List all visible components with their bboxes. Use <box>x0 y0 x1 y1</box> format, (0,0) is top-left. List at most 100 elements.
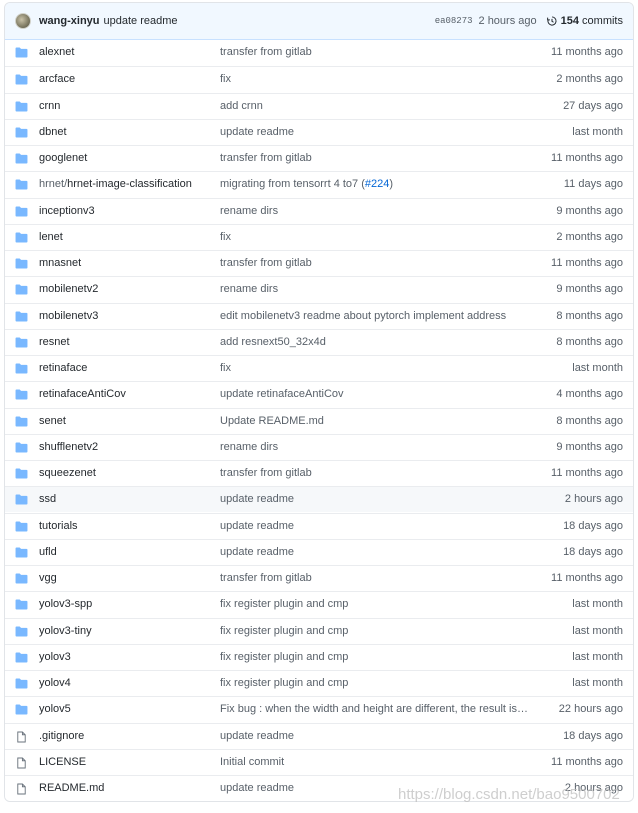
commit-message-link[interactable]: add resnext50_32x4d <box>220 336 530 348</box>
file-name-link[interactable]: ssd <box>39 493 56 505</box>
file-name-link[interactable]: README.md <box>39 782 104 794</box>
file-row[interactable]: .gitignore update readme 18 days ago <box>5 722 633 749</box>
file-name-link[interactable]: googlenet <box>39 152 87 164</box>
file-name-link[interactable]: squeezenet <box>39 467 96 479</box>
file-row[interactable]: retinaface fix last month <box>5 355 633 381</box>
file-name-link[interactable]: yolov5 <box>39 703 71 715</box>
commit-message-link[interactable]: fix register plugin and cmp <box>220 651 530 663</box>
file-name-link[interactable]: lenet <box>39 231 63 243</box>
file-name-link[interactable]: alexnet <box>39 46 74 58</box>
file-row[interactable]: inceptionv3 rename dirs 9 months ago <box>5 197 633 224</box>
commit-message-link[interactable]: rename dirs <box>220 205 530 217</box>
commit-message-link[interactable]: fix register plugin and cmp <box>220 677 530 689</box>
file-row[interactable]: dbnet update readme last month <box>5 118 633 145</box>
commit-age: 11 months ago <box>551 572 623 584</box>
file-name-text: .gitignore <box>39 729 85 742</box>
commit-message-link[interactable]: fix register plugin and cmp <box>220 598 530 610</box>
commit-age: 9 months ago <box>556 440 623 453</box>
file-row[interactable]: squeezenet transfer from gitlab 11 months … <box>5 460 633 486</box>
commit-message-link[interactable]: Fix bug : when the width and height are … <box>220 703 530 715</box>
file-name-link[interactable]: yolov4 <box>39 677 71 689</box>
file-name-link[interactable]: yolov3-tiny <box>39 625 92 637</box>
commit-message-link[interactable]: fix <box>220 231 530 243</box>
file-row[interactable]: yolov3-tiny fix register plugin and cmp la… <box>5 617 633 644</box>
file-row[interactable]: crnn add crnn 27 days ago <box>5 92 633 119</box>
commit-message-link[interactable]: Update README.md <box>220 415 530 427</box>
commit-message-link[interactable]: fix <box>220 362 530 374</box>
commit-message-link[interactable]: edit mobilenetv3 readme about pytorch im… <box>220 310 530 322</box>
file-row[interactable]: ufld update readme 18 days ago <box>5 538 633 565</box>
file-name-link[interactable]: arcface <box>39 73 75 85</box>
commit-message-text: add crnn <box>220 99 263 112</box>
commit-message-link[interactable]: rename dirs <box>220 283 530 295</box>
file-name-link[interactable]: shufflenetv2 <box>39 441 98 453</box>
file-row[interactable]: yolov4 fix register plugin and cmp last mo… <box>5 670 633 696</box>
file-name-link[interactable]: ufld <box>39 546 57 558</box>
file-name-link[interactable]: .gitignore <box>39 730 84 742</box>
commit-message-link[interactable]: update readme <box>220 546 530 558</box>
pull-request-link[interactable]: #224 <box>365 178 389 190</box>
file-row[interactable]: ssd update readme 2 hours ago <box>5 486 633 513</box>
file-name-link[interactable]: yolov3-spp <box>39 598 92 610</box>
file-name-link[interactable]: resnet <box>39 336 70 348</box>
file-row[interactable]: vgg transfer from gitlab 11 months ago <box>5 565 633 591</box>
file-name-link[interactable]: mnasnet <box>39 257 81 269</box>
file-name-link[interactable]: retinafaceAntiCov <box>39 388 126 400</box>
file-name-link[interactable]: vgg <box>39 572 57 584</box>
commits-link[interactable]: 154 commits <box>561 15 623 27</box>
commit-message-link[interactable]: update readme <box>220 126 530 138</box>
commit-message-link[interactable]: Initial commit <box>220 756 530 768</box>
commit-message-link[interactable]: fix <box>220 73 530 85</box>
file-row[interactable]: yolov3 fix register plugin and cmp last mo… <box>5 643 633 670</box>
commit-message-link[interactable]: fix register plugin and cmp <box>220 625 530 637</box>
file-row[interactable]: lenet fix 2 months ago <box>5 223 633 250</box>
folder-icon <box>15 337 28 348</box>
file-row[interactable]: shufflenetv2 rename dirs 9 months ago <box>5 433 633 460</box>
file-row[interactable]: retinafaceAntiCov update retinafaceAntiCo… <box>5 381 633 408</box>
file-name-link[interactable]: mobilenetv3 <box>39 310 98 322</box>
file-name-link[interactable]: retinaface <box>39 362 87 374</box>
commit-message-link[interactable]: update readme <box>220 493 530 505</box>
file-row[interactable]: hrnet/hrnet-image-classification migratin… <box>5 171 633 198</box>
file-row[interactable]: yolov5 Fix bug : when the width and heigh… <box>5 696 633 723</box>
file-row[interactable]: yolov3-spp fix register plugin and cmp las… <box>5 591 633 618</box>
file-row[interactable]: mnasnet transfer from gitlab 11 months ago <box>5 250 633 276</box>
commit-message-text: rename dirs <box>220 440 279 453</box>
file-row[interactable]: tutorials update readme 18 days ago <box>5 512 633 539</box>
commit-message-link[interactable]: migrating from tensorrt 4 to7 (#224) <box>220 178 530 190</box>
file-row[interactable]: mobilenetv3 edit mobilenetv3 readme about… <box>5 302 633 329</box>
commit-message-link[interactable]: update readme <box>220 520 530 532</box>
commit-message-link[interactable]: update readme <box>220 730 530 742</box>
file-name-link[interactable]: LICENSE <box>39 756 86 768</box>
file-row[interactable]: arcface fix 2 months ago <box>5 66 633 93</box>
commit-message-link[interactable]: rename dirs <box>220 441 530 453</box>
commit-message-link[interactable]: update readme <box>104 15 178 27</box>
file-name-link[interactable]: yolov3 <box>39 651 71 663</box>
commit-author-link[interactable]: wang-xinyu <box>39 15 100 27</box>
file-row[interactable]: mobilenetv2 rename dirs 9 months ago <box>5 276 633 303</box>
commit-message-link[interactable]: transfer from gitlab <box>220 46 530 58</box>
file-name-link[interactable]: dbnet <box>39 126 67 138</box>
avatar[interactable] <box>15 13 31 29</box>
commit-message-link[interactable]: transfer from gitlab <box>220 152 530 164</box>
commit-message-link[interactable]: transfer from gitlab <box>220 257 530 269</box>
commit-message-link[interactable]: update retinafaceAntiCov <box>220 388 530 400</box>
commit-message-link[interactable]: transfer from gitlab <box>220 572 530 584</box>
file-name-link[interactable]: tutorials <box>39 520 78 532</box>
commit-message-link[interactable]: transfer from gitlab <box>220 467 530 479</box>
file-row[interactable]: alexnet transfer from gitlab 11 months ago <box>5 40 633 66</box>
file-name-link[interactable]: mobilenetv2 <box>39 283 98 295</box>
file-name-link[interactable]: inceptionv3 <box>39 205 95 217</box>
file-row[interactable]: senet Update README.md 8 months ago <box>5 407 633 434</box>
file-name-link[interactable]: hrnet/hrnet-image-classification <box>39 178 192 190</box>
folder-icon <box>15 363 28 374</box>
file-row[interactable]: LICENSE Initial commit 11 months ago <box>5 748 633 775</box>
commit-sha-link[interactable]: ea08273 <box>435 16 473 26</box>
latest-commit-bar: wang-xinyu update readme ea08273 2 hours… <box>5 3 633 40</box>
file-row[interactable]: resnet add resnext50_32x4d 8 months ago <box>5 328 633 355</box>
file-name-link[interactable]: senet <box>39 415 66 427</box>
file-row[interactable]: googlenet transfer from gitlab 11 months a… <box>5 145 633 171</box>
file-name-link[interactable]: crnn <box>39 100 60 112</box>
commit-message-link[interactable]: add crnn <box>220 100 530 112</box>
file-name-text: ufld <box>39 545 57 558</box>
